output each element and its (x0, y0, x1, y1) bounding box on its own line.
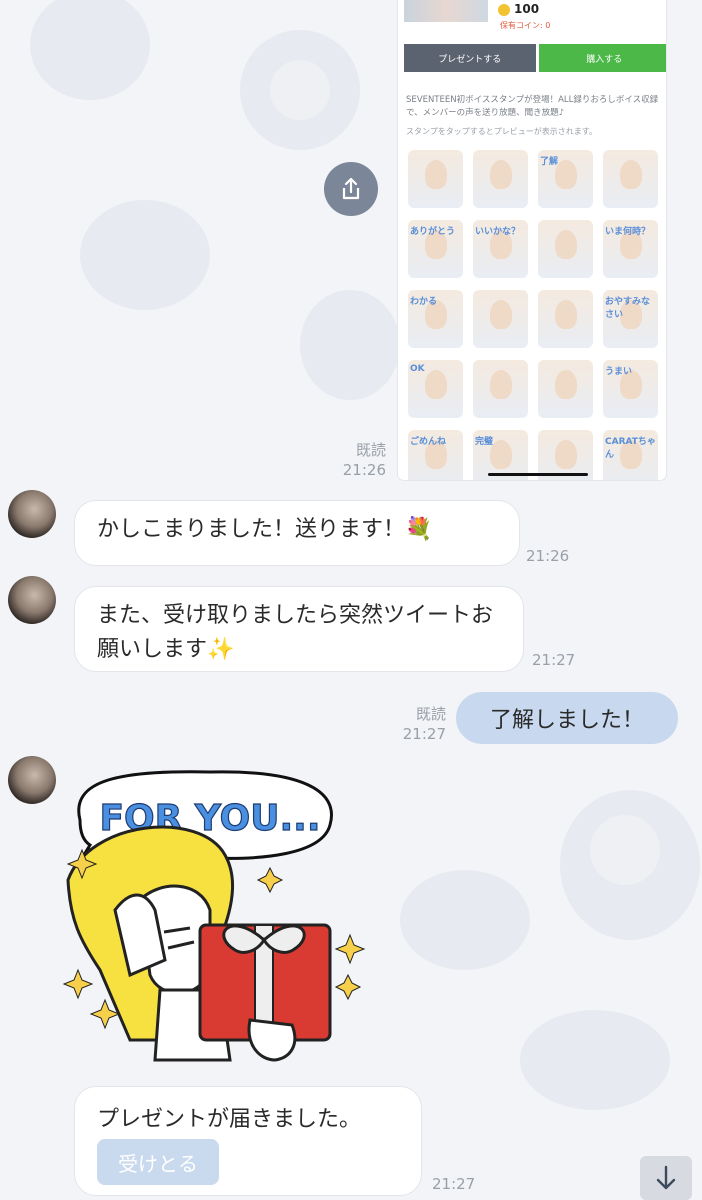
sticker-thumbnail: 了解 (538, 150, 593, 208)
coin-count: 100 (514, 2, 540, 16)
background-monster (30, 0, 150, 100)
sticker-thumbnail: わかる (408, 290, 463, 348)
screenshot-header: 100 保有コイン: 0 (398, 0, 666, 40)
background-monster (520, 1010, 670, 1110)
background-monster (400, 870, 530, 970)
sticker-thumbnail: CARATちゃん (603, 430, 658, 480)
background-monster (80, 200, 210, 310)
share-icon (342, 177, 360, 200)
sticker-label: いいかな？ (475, 227, 521, 237)
avatar[interactable] (8, 490, 56, 538)
timestamp: 21:27 (402, 725, 446, 743)
sticker-label: CARATちゃん (605, 437, 656, 460)
outgoing-message-bubble: 了解しました！ (456, 692, 678, 744)
sticker-label: うまい (605, 367, 633, 377)
sticker-label: 完璧 (475, 437, 494, 447)
sticker-preview-hint: スタンプをタップするとプレビューが表示されます。 (406, 127, 597, 136)
gift-message-text: プレゼントが届きました。 (97, 1107, 362, 1132)
share-button[interactable] (324, 162, 378, 216)
sticker-thumbnail: うまい (603, 360, 658, 418)
avatar[interactable] (8, 756, 56, 804)
shared-sticker-shop-screenshot[interactable]: 100 保有コイン: 0 プレゼントする 購入する SEVENTEEN初ボイスス… (398, 0, 666, 480)
sticker-thumbnail (473, 150, 528, 208)
sticker-thumbnail-strip (404, 0, 488, 22)
sticker-thumbnail (473, 290, 528, 348)
avatar[interactable] (8, 576, 56, 624)
for-you-gift-sticker[interactable]: FOR YOU... (60, 760, 370, 1080)
sticker-thumbnail: OK (408, 360, 463, 418)
sticker-label: OK (410, 364, 425, 374)
screenshot-buttons: プレゼントする 購入する (404, 44, 666, 72)
sticker-label: わかる (410, 297, 438, 307)
background-monster (300, 290, 400, 400)
sticker-description: SEVENTEEN初ボイススタンプが登場！ALL録りおろしボイス収録で、メンバー… (406, 95, 659, 118)
gift-message-bubble: プレゼントが届きました。 受けとる (74, 1086, 422, 1196)
incoming-message-bubble: かしこまりました！送ります！💐 (74, 500, 520, 566)
sticker-thumbnail (473, 360, 528, 418)
timestamp: 21:27 (432, 1175, 476, 1193)
sticker-label: ごめんね (410, 437, 447, 447)
sticker-label: いま何時？ (605, 227, 651, 237)
arrow-down-icon (656, 1165, 676, 1190)
sticker-label: 了解 (540, 157, 559, 167)
incoming-message-bubble: また、受け取りましたら突然ツイートお願いします✨ (74, 586, 524, 672)
sticker-thumbnail (603, 150, 658, 208)
timestamp: 21:26 (526, 547, 570, 565)
timestamp: 21:26 (342, 461, 386, 479)
home-indicator (488, 473, 588, 476)
sticker-thumbnail: いいかな？ (473, 220, 528, 278)
read-receipt: 既読 (415, 705, 446, 723)
sticker-label: ありがとう (410, 227, 456, 237)
sticker-thumbnail (408, 150, 463, 208)
sticker-grid: 了解ありがとう いいかな？ いま何時？ わかる おやすみなさい OK うまいごめんね 完璧 CA… (408, 150, 658, 480)
sticker-thumbnail: ありがとう (408, 220, 463, 278)
background-monster-eye (270, 60, 330, 120)
timestamp: 21:27 (532, 651, 576, 669)
receive-gift-button[interactable]: 受けとる (97, 1139, 219, 1185)
message-meta: 既読 21:26 (330, 440, 386, 480)
present-button: プレゼントする (404, 44, 536, 72)
background-monster-eye (590, 815, 660, 885)
sticker-thumbnail (538, 360, 593, 418)
read-receipt: 既読 (355, 441, 386, 459)
sticker-label: おやすみなさい (605, 297, 651, 320)
sticker-thumbnail: ごめんね (408, 430, 463, 480)
scroll-to-bottom-button[interactable] (640, 1156, 692, 1200)
sticker-thumbnail: おやすみなさい (603, 290, 658, 348)
sticker-thumbnail (538, 290, 593, 348)
coin-icon (498, 4, 510, 16)
buy-button: 購入する (538, 44, 666, 72)
message-meta: 既読 21:27 (396, 704, 446, 744)
sticker-thumbnail: いま何時？ (603, 220, 658, 278)
coin-label: 保有コイン: 0 (500, 21, 551, 30)
sticker-thumbnail (538, 220, 593, 278)
